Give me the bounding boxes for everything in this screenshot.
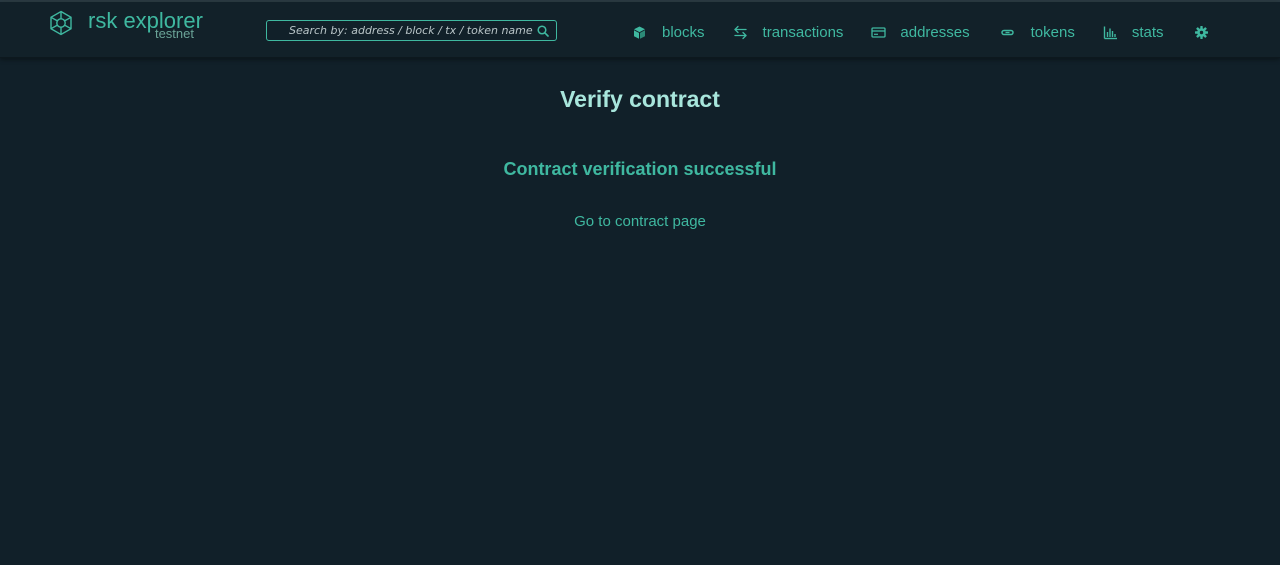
arrows-exchange-icon [733,25,747,39]
top-navbar: rsk explorer testnet blocks [0,2,1280,58]
nav-item-label: blocks [662,23,705,41]
go-to-contract-link[interactable]: Go to contract page [0,213,1280,230]
search-box [266,20,557,41]
bar-chart-icon [1103,26,1117,39]
nav-item-transactions[interactable]: transactions [733,20,844,44]
settings-button[interactable] [1194,20,1209,44]
wallet-card-icon [871,26,887,38]
network-label: testnet [154,26,194,41]
nav-item-stats[interactable]: stats [1103,20,1164,44]
verification-status-message: Contract verification successful [503,159,777,179]
brand-home-link[interactable]: rsk explorer testnet [48,8,203,52]
nav-item-label: addresses [900,23,970,41]
nav-item-label: tokens [1030,23,1075,41]
nav-item-tokens[interactable]: tokens [1000,20,1075,44]
rsk-logo-icon [50,10,72,36]
token-pill-icon [1000,29,1014,35]
search-input[interactable] [267,21,537,40]
nav-item-label: transactions [762,23,844,41]
search-icon[interactable] [537,24,549,37]
page-title: Verify contract [560,86,720,112]
cube-icon [634,26,645,39]
main-nav: blocks transactions addresses tokens sta… [632,20,1209,44]
main-content: Verify contract Contract verification su… [0,58,1280,565]
nav-item-label: stats [1131,23,1164,41]
gear-icon [1194,25,1208,39]
nav-item-addresses[interactable]: addresses [871,20,970,44]
nav-item-blocks[interactable]: blocks [632,20,705,44]
brand-text: rsk explorer testnet [88,8,203,48]
